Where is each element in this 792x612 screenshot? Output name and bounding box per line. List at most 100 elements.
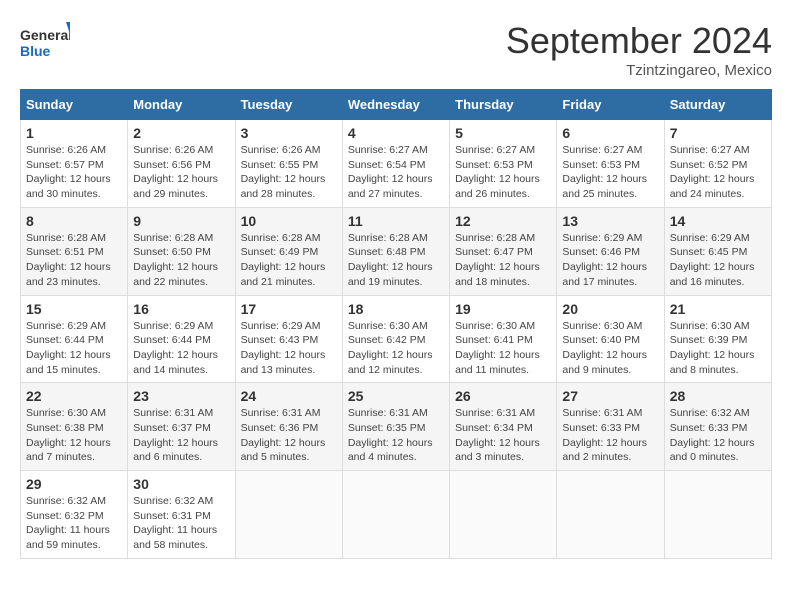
day-number: 16 — [133, 301, 229, 317]
day-number: 4 — [348, 125, 444, 141]
day-cell-10: 10Sunrise: 6:28 AM Sunset: 6:49 PM Dayli… — [235, 207, 342, 295]
day-info: Sunrise: 6:26 AM Sunset: 6:55 PM Dayligh… — [241, 143, 337, 202]
day-number: 19 — [455, 301, 551, 317]
day-info: Sunrise: 6:31 AM Sunset: 6:34 PM Dayligh… — [455, 406, 551, 465]
month-title: September 2024 — [506, 20, 772, 62]
day-info: Sunrise: 6:28 AM Sunset: 6:48 PM Dayligh… — [348, 231, 444, 290]
day-header-monday: Monday — [128, 90, 235, 120]
day-info: Sunrise: 6:31 AM Sunset: 6:36 PM Dayligh… — [241, 406, 337, 465]
day-info: Sunrise: 6:29 AM Sunset: 6:43 PM Dayligh… — [241, 319, 337, 378]
empty-cell — [235, 471, 342, 559]
day-info: Sunrise: 6:28 AM Sunset: 6:49 PM Dayligh… — [241, 231, 337, 290]
day-cell-27: 27 Sunrise: 6:31 AM Sunset: 6:33 PM Dayli… — [557, 383, 664, 471]
day-info: Sunrise: 6:29 AM Sunset: 6:44 PM Dayligh… — [26, 319, 122, 378]
week-row-3: 15 Sunrise: 6:29 AM Sunset: 6:44 PM Dayli… — [21, 295, 772, 383]
day-cell-5: 5 Sunrise: 6:27 AM Sunset: 6:53 PM Daylig… — [450, 120, 557, 208]
day-info: Sunrise: 6:31 AM Sunset: 6:33 PM Dayligh… — [562, 406, 658, 465]
week-row-4: 22 Sunrise: 6:30 AM Sunset: 6:38 PM Dayli… — [21, 383, 772, 471]
day-number: 22 — [26, 388, 122, 404]
calendar-table: SundayMondayTuesdayWednesdayThursdayFrid… — [20, 89, 772, 559]
day-header-wednesday: Wednesday — [342, 90, 449, 120]
day-number: 28 — [670, 388, 766, 404]
day-info: Sunrise: 6:29 AM Sunset: 6:45 PM Dayligh… — [670, 231, 766, 290]
day-info: Sunrise: 6:28 AM Sunset: 6:50 PM Dayligh… — [133, 231, 229, 290]
day-info: Sunrise: 6:29 AM Sunset: 6:44 PM Dayligh… — [133, 319, 229, 378]
day-cell-18: 18Sunrise: 6:30 AM Sunset: 6:42 PM Dayli… — [342, 295, 449, 383]
day-cell-28: 28 Sunrise: 6:32 AM Sunset: 6:33 PM Dayli… — [664, 383, 771, 471]
logo-svg: General Blue — [20, 20, 70, 70]
title-area: September 2024 Tzintzingareo, Mexico — [506, 20, 772, 79]
day-header-tuesday: Tuesday — [235, 90, 342, 120]
day-number: 21 — [670, 301, 766, 317]
day-number: 5 — [455, 125, 551, 141]
day-info: Sunrise: 6:31 AM Sunset: 6:37 PM Dayligh… — [133, 406, 229, 465]
day-cell-2: 2Sunrise: 6:26 AM Sunset: 6:56 PM Daylig… — [128, 120, 235, 208]
day-info: Sunrise: 6:28 AM Sunset: 6:51 PM Dayligh… — [26, 231, 122, 290]
day-number: 13 — [562, 213, 658, 229]
day-cell-21: 21 Sunrise: 6:30 AM Sunset: 6:39 PM Dayli… — [664, 295, 771, 383]
day-cell-25: 25 Sunrise: 6:31 AM Sunset: 6:35 PM Dayli… — [342, 383, 449, 471]
day-cell-15: 15 Sunrise: 6:29 AM Sunset: 6:44 PM Dayli… — [21, 295, 128, 383]
day-header-friday: Friday — [557, 90, 664, 120]
empty-cell — [342, 471, 449, 559]
day-number: 3 — [241, 125, 337, 141]
day-info: Sunrise: 6:30 AM Sunset: 6:41 PM Dayligh… — [455, 319, 551, 378]
day-info: Sunrise: 6:30 AM Sunset: 6:40 PM Dayligh… — [562, 319, 658, 378]
empty-cell — [450, 471, 557, 559]
empty-cell — [557, 471, 664, 559]
day-cell-16: 16 Sunrise: 6:29 AM Sunset: 6:44 PM Dayli… — [128, 295, 235, 383]
week-row-2: 8Sunrise: 6:28 AM Sunset: 6:51 PM Daylig… — [21, 207, 772, 295]
day-cell-29: 29Sunrise: 6:32 AM Sunset: 6:32 PM Dayli… — [21, 471, 128, 559]
day-info: Sunrise: 6:27 AM Sunset: 6:54 PM Dayligh… — [348, 143, 444, 202]
day-cell-3: 3 Sunrise: 6:26 AM Sunset: 6:55 PM Daylig… — [235, 120, 342, 208]
day-info: Sunrise: 6:29 AM Sunset: 6:46 PM Dayligh… — [562, 231, 658, 290]
day-header-sunday: Sunday — [21, 90, 128, 120]
day-info: Sunrise: 6:30 AM Sunset: 6:38 PM Dayligh… — [26, 406, 122, 465]
day-number: 25 — [348, 388, 444, 404]
day-number: 9 — [133, 213, 229, 229]
day-info: Sunrise: 6:32 AM Sunset: 6:31 PM Dayligh… — [133, 494, 229, 553]
day-number: 30 — [133, 476, 229, 492]
day-cell-20: 20Sunrise: 6:30 AM Sunset: 6:40 PM Dayli… — [557, 295, 664, 383]
day-number: 6 — [562, 125, 658, 141]
header-row: SundayMondayTuesdayWednesdayThursdayFrid… — [21, 90, 772, 120]
day-cell-9: 9 Sunrise: 6:28 AM Sunset: 6:50 PM Daylig… — [128, 207, 235, 295]
day-number: 12 — [455, 213, 551, 229]
day-info: Sunrise: 6:26 AM Sunset: 6:57 PM Dayligh… — [26, 143, 122, 202]
week-row-1: 1Sunrise: 6:26 AM Sunset: 6:57 PM Daylig… — [21, 120, 772, 208]
day-cell-13: 13 Sunrise: 6:29 AM Sunset: 6:46 PM Dayli… — [557, 207, 664, 295]
day-info: Sunrise: 6:28 AM Sunset: 6:47 PM Dayligh… — [455, 231, 551, 290]
day-number: 2 — [133, 125, 229, 141]
day-cell-8: 8Sunrise: 6:28 AM Sunset: 6:51 PM Daylig… — [21, 207, 128, 295]
day-cell-17: 17Sunrise: 6:29 AM Sunset: 6:43 PM Dayli… — [235, 295, 342, 383]
empty-cell — [664, 471, 771, 559]
day-info: Sunrise: 6:30 AM Sunset: 6:39 PM Dayligh… — [670, 319, 766, 378]
day-number: 7 — [670, 125, 766, 141]
day-number: 26 — [455, 388, 551, 404]
day-cell-23: 23 Sunrise: 6:31 AM Sunset: 6:37 PM Dayli… — [128, 383, 235, 471]
header: General Blue September 2024 Tzintzingare… — [20, 20, 772, 79]
day-number: 23 — [133, 388, 229, 404]
day-info: Sunrise: 6:32 AM Sunset: 6:33 PM Dayligh… — [670, 406, 766, 465]
day-number: 24 — [241, 388, 337, 404]
day-cell-19: 19 Sunrise: 6:30 AM Sunset: 6:41 PM Dayli… — [450, 295, 557, 383]
location-subtitle: Tzintzingareo, Mexico — [506, 62, 772, 79]
day-number: 11 — [348, 213, 444, 229]
logo: General Blue — [20, 20, 70, 70]
day-number: 27 — [562, 388, 658, 404]
svg-text:Blue: Blue — [20, 43, 51, 59]
day-cell-12: 12 Sunrise: 6:28 AM Sunset: 6:47 PM Dayli… — [450, 207, 557, 295]
day-cell-1: 1Sunrise: 6:26 AM Sunset: 6:57 PM Daylig… — [21, 120, 128, 208]
day-info: Sunrise: 6:31 AM Sunset: 6:35 PM Dayligh… — [348, 406, 444, 465]
day-number: 15 — [26, 301, 122, 317]
day-header-thursday: Thursday — [450, 90, 557, 120]
day-number: 14 — [670, 213, 766, 229]
day-info: Sunrise: 6:27 AM Sunset: 6:53 PM Dayligh… — [562, 143, 658, 202]
day-info: Sunrise: 6:27 AM Sunset: 6:53 PM Dayligh… — [455, 143, 551, 202]
day-cell-22: 22 Sunrise: 6:30 AM Sunset: 6:38 PM Dayli… — [21, 383, 128, 471]
day-info: Sunrise: 6:27 AM Sunset: 6:52 PM Dayligh… — [670, 143, 766, 202]
day-cell-30: 30 Sunrise: 6:32 AM Sunset: 6:31 PM Dayli… — [128, 471, 235, 559]
day-cell-6: 6 Sunrise: 6:27 AM Sunset: 6:53 PM Daylig… — [557, 120, 664, 208]
day-number: 18 — [348, 301, 444, 317]
week-row-5: 29Sunrise: 6:32 AM Sunset: 6:32 PM Dayli… — [21, 471, 772, 559]
